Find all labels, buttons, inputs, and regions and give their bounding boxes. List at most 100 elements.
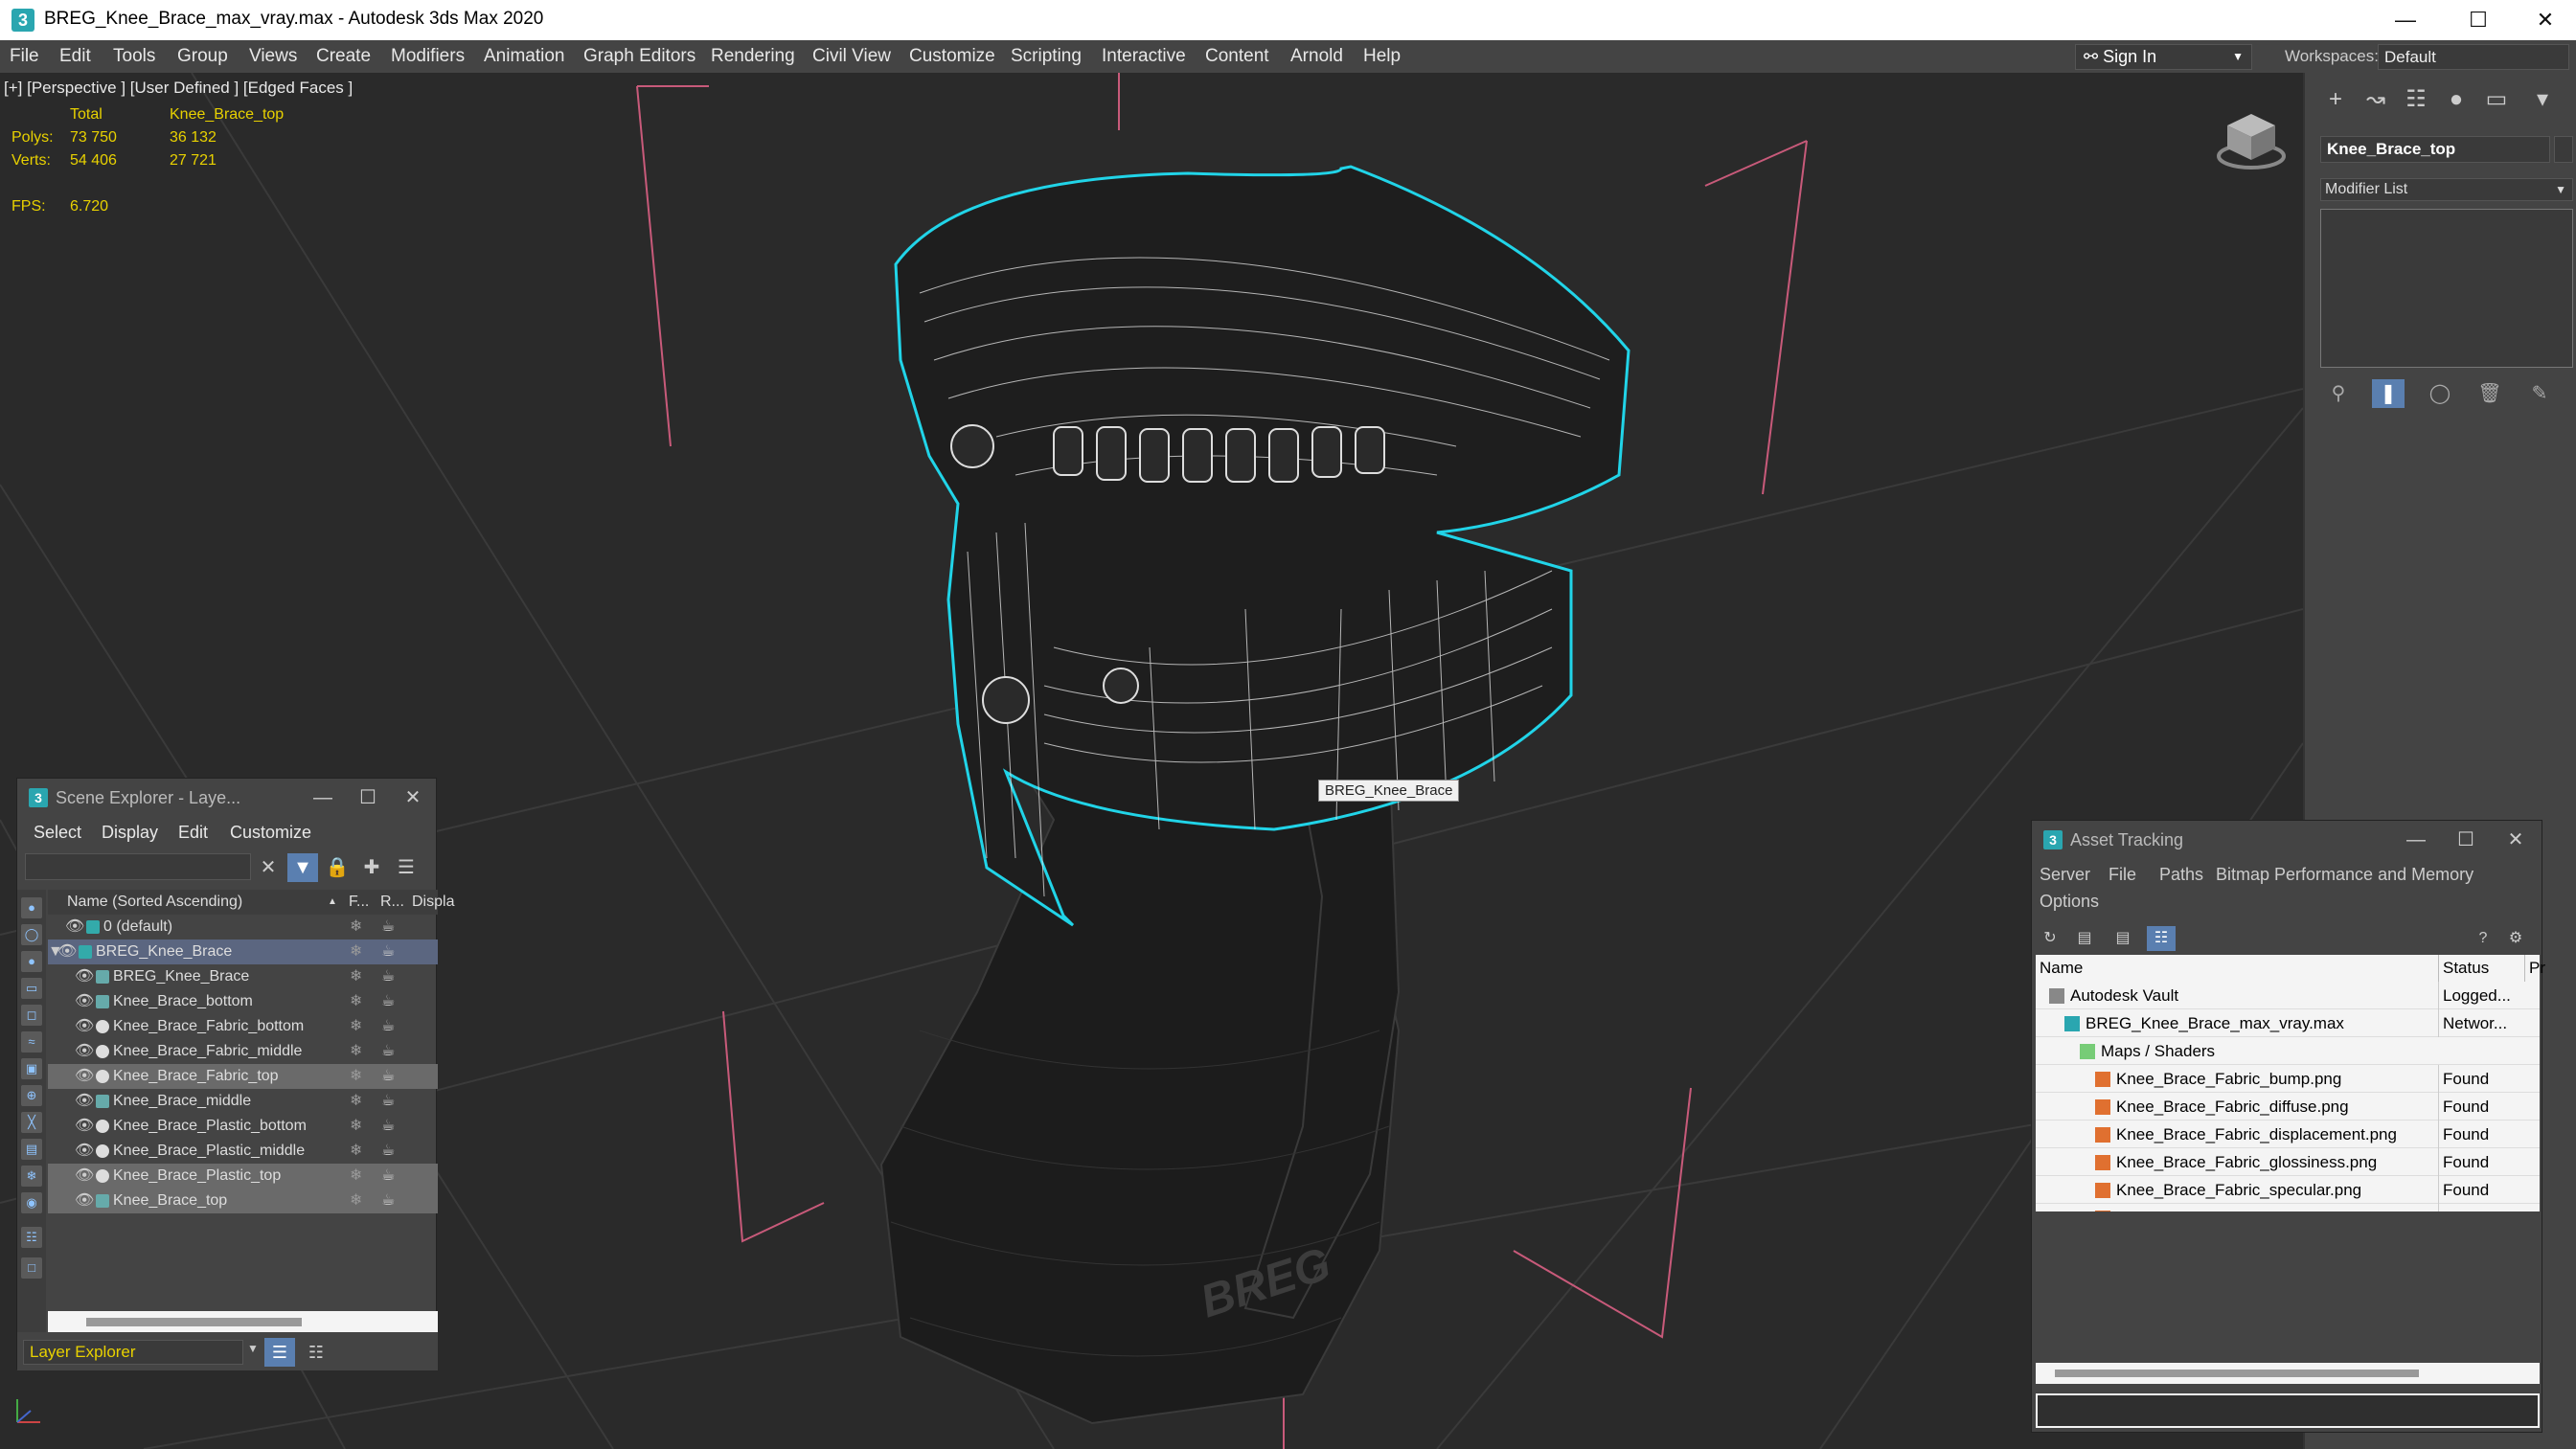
freeze-icon[interactable]: ❄	[350, 989, 362, 1014]
scene-menu-select[interactable]: Select	[34, 823, 81, 843]
hierarchy-tab-icon[interactable]: ☷	[2399, 86, 2433, 113]
scene-row[interactable]: 👁 Knee_Brace_Fabric_top ❄ ☕	[48, 1064, 438, 1089]
table-view-icon[interactable]: ▤	[2109, 926, 2137, 951]
show-end-result-icon[interactable]: ❚	[2372, 379, 2405, 408]
filter-shapes-icon[interactable]: ◯	[21, 924, 42, 945]
scene-row[interactable]: 👁 Knee_Brace_bottom ❄ ☕	[48, 989, 438, 1014]
maximize-icon[interactable]: ☐	[2444, 0, 2513, 40]
visibility-eye-icon[interactable]: 👁	[75, 1089, 94, 1114]
scene-row[interactable]: 👁 BREG_Knee_Brace ❄ ☕	[48, 964, 438, 989]
column-display-header[interactable]: Displa	[412, 890, 454, 915]
freeze-icon[interactable]: ❄	[350, 1089, 362, 1114]
viewcube-icon[interactable]	[2208, 106, 2294, 173]
clear-search-icon[interactable]: ✕	[253, 853, 284, 882]
render-teapot-icon[interactable]: ☕	[381, 1139, 395, 1164]
settings-icon[interactable]: ⚙	[2501, 926, 2530, 951]
viewport-label[interactable]: [+] [Perspective ] [User Defined ] [Edge…	[4, 79, 353, 98]
render-teapot-icon[interactable]: ☕	[381, 1039, 395, 1064]
visibility-eye-icon[interactable]: 👁	[75, 1114, 94, 1139]
layers-icon[interactable]: ☰	[391, 853, 422, 882]
render-teapot-icon[interactable]: ☕	[381, 1189, 395, 1213]
menu-customize[interactable]: Customize	[909, 40, 995, 73]
menu-group[interactable]: Group	[177, 40, 228, 73]
column-name-header[interactable]: Name (Sorted Ascending)	[67, 890, 242, 915]
freeze-icon[interactable]: ❄	[350, 1014, 362, 1039]
freeze-icon[interactable]: ❄	[350, 1164, 362, 1189]
asset-row[interactable]: BREG_Knee_Brace_max_vray.max Networ...	[2036, 1009, 2540, 1037]
asset-menu-file[interactable]: File	[2109, 865, 2136, 885]
visibility-eye-icon[interactable]: 👁	[75, 964, 94, 989]
scene-row[interactable]: ▼ 👁 BREG_Knee_Brace ❄ ☕	[48, 940, 438, 964]
visibility-eye-icon[interactable]: 👁	[75, 1164, 94, 1189]
scene-row[interactable]: 👁 Knee_Brace_middle ❄ ☕	[48, 1089, 438, 1114]
menu-create[interactable]: Create	[316, 40, 371, 73]
chevron-down-icon[interactable]: ▼	[247, 1342, 259, 1355]
create-tab-icon[interactable]: +	[2318, 86, 2353, 113]
lock-icon[interactable]: 🔒	[322, 853, 353, 882]
render-teapot-icon[interactable]: ☕	[381, 964, 395, 989]
freeze-icon[interactable]: ❄	[350, 964, 362, 989]
visibility-eye-icon[interactable]: 👁	[75, 1139, 94, 1164]
freeze-icon[interactable]: ❄	[350, 1064, 362, 1089]
select-all-icon[interactable]: ☷	[21, 1227, 42, 1248]
render-teapot-icon[interactable]: ☕	[381, 1164, 395, 1189]
menu-animation[interactable]: Animation	[484, 40, 565, 73]
close-icon[interactable]: ✕	[385, 779, 441, 817]
filter-cameras-icon[interactable]: ▭	[21, 978, 42, 999]
column-extra-header[interactable]: Pr	[2524, 955, 2545, 982]
menu-tools[interactable]: Tools	[113, 40, 155, 73]
motion-tab-icon[interactable]: ●	[2439, 86, 2473, 113]
sign-in-dropdown[interactable]: ⚯ Sign In ▼	[2075, 44, 2252, 70]
asset-menu-bitmap-performance[interactable]: Bitmap Performance and Memory	[2216, 865, 2473, 885]
tree-view-icon[interactable]: ☷	[2147, 926, 2176, 951]
visibility-eye-icon[interactable]: 👁	[75, 989, 94, 1014]
menu-interactive[interactable]: Interactive	[1102, 40, 1186, 73]
visibility-eye-icon[interactable]: 👁	[75, 1064, 94, 1089]
sort-by-hierarchy-icon[interactable]: ☷	[301, 1338, 331, 1367]
filter-lights-icon[interactable]: ●	[21, 951, 42, 972]
display-tab-icon[interactable]: ▭	[2479, 86, 2514, 113]
menu-content[interactable]: Content	[1205, 40, 1269, 73]
render-teapot-icon[interactable]: ☕	[381, 1014, 395, 1039]
menu-graph-editors[interactable]: Graph Editors	[583, 40, 695, 73]
menu-scripting[interactable]: Scripting	[1011, 40, 1082, 73]
asset-row[interactable]: Knee_Brace_Fabric_specular.png Found	[2036, 1176, 2540, 1204]
help-icon[interactable]: ?	[2469, 926, 2497, 951]
visibility-eye-icon[interactable]: 👁	[75, 1189, 94, 1213]
scene-horizontal-scrollbar[interactable]	[48, 1311, 438, 1332]
asset-row[interactable]: Knee_Brace_Fabric_bump.png Found	[2036, 1065, 2540, 1093]
freeze-icon[interactable]: ❄	[350, 915, 362, 940]
column-status-header[interactable]: Status	[2438, 955, 2489, 982]
asset-menu-options[interactable]: Options	[2040, 892, 2099, 912]
workspace-select[interactable]: Default	[2378, 44, 2569, 70]
object-name-field[interactable]: Knee_Brace_top	[2320, 136, 2550, 163]
asset-menu-server[interactable]: Server	[2040, 865, 2090, 885]
scene-row[interactable]: 👁 0 (default) ❄ ☕	[48, 915, 438, 940]
scene-row[interactable]: 👁 Knee_Brace_Plastic_middle ❄ ☕	[48, 1139, 438, 1164]
scene-menu-edit[interactable]: Edit	[178, 823, 208, 843]
menu-edit[interactable]: Edit	[59, 40, 91, 73]
asset-path-field[interactable]	[2036, 1393, 2540, 1428]
close-icon[interactable]: ✕	[2511, 0, 2576, 40]
freeze-icon[interactable]: ❄	[350, 1189, 362, 1213]
freeze-icon[interactable]: ❄	[350, 1039, 362, 1064]
visibility-eye-icon[interactable]: 👁	[75, 1039, 94, 1064]
scene-row[interactable]: 👁 Knee_Brace_Plastic_bottom ❄ ☕	[48, 1114, 438, 1139]
modifier-stack[interactable]	[2320, 209, 2573, 368]
visibility-eye-icon[interactable]: 👁	[75, 1014, 94, 1039]
explorer-type-dropdown[interactable]: Layer Explorer	[23, 1340, 243, 1365]
asset-row[interactable]: Knee_Brace_Fabric_glossiness.png Found	[2036, 1148, 2540, 1176]
filter-geometry-icon[interactable]: ●	[21, 897, 42, 918]
render-teapot-icon[interactable]: ☕	[381, 989, 395, 1014]
filter-containers-icon[interactable]: ▤	[21, 1139, 42, 1160]
freeze-icon[interactable]: ❄	[350, 1139, 362, 1164]
menu-arnold[interactable]: Arnold	[1290, 40, 1343, 73]
scene-search-input[interactable]	[25, 853, 251, 880]
render-teapot-icon[interactable]: ☕	[381, 1064, 395, 1089]
scrollbar-thumb[interactable]	[2055, 1370, 2419, 1377]
minimize-icon[interactable]: —	[2371, 0, 2440, 40]
column-name-header[interactable]: Name	[2040, 955, 2083, 982]
asset-row[interactable]: Knee_Brace_Plastic_bump.png Found	[2036, 1204, 2540, 1211]
menu-modifiers[interactable]: Modifiers	[391, 40, 465, 73]
menu-civil-view[interactable]: Civil View	[812, 40, 891, 73]
